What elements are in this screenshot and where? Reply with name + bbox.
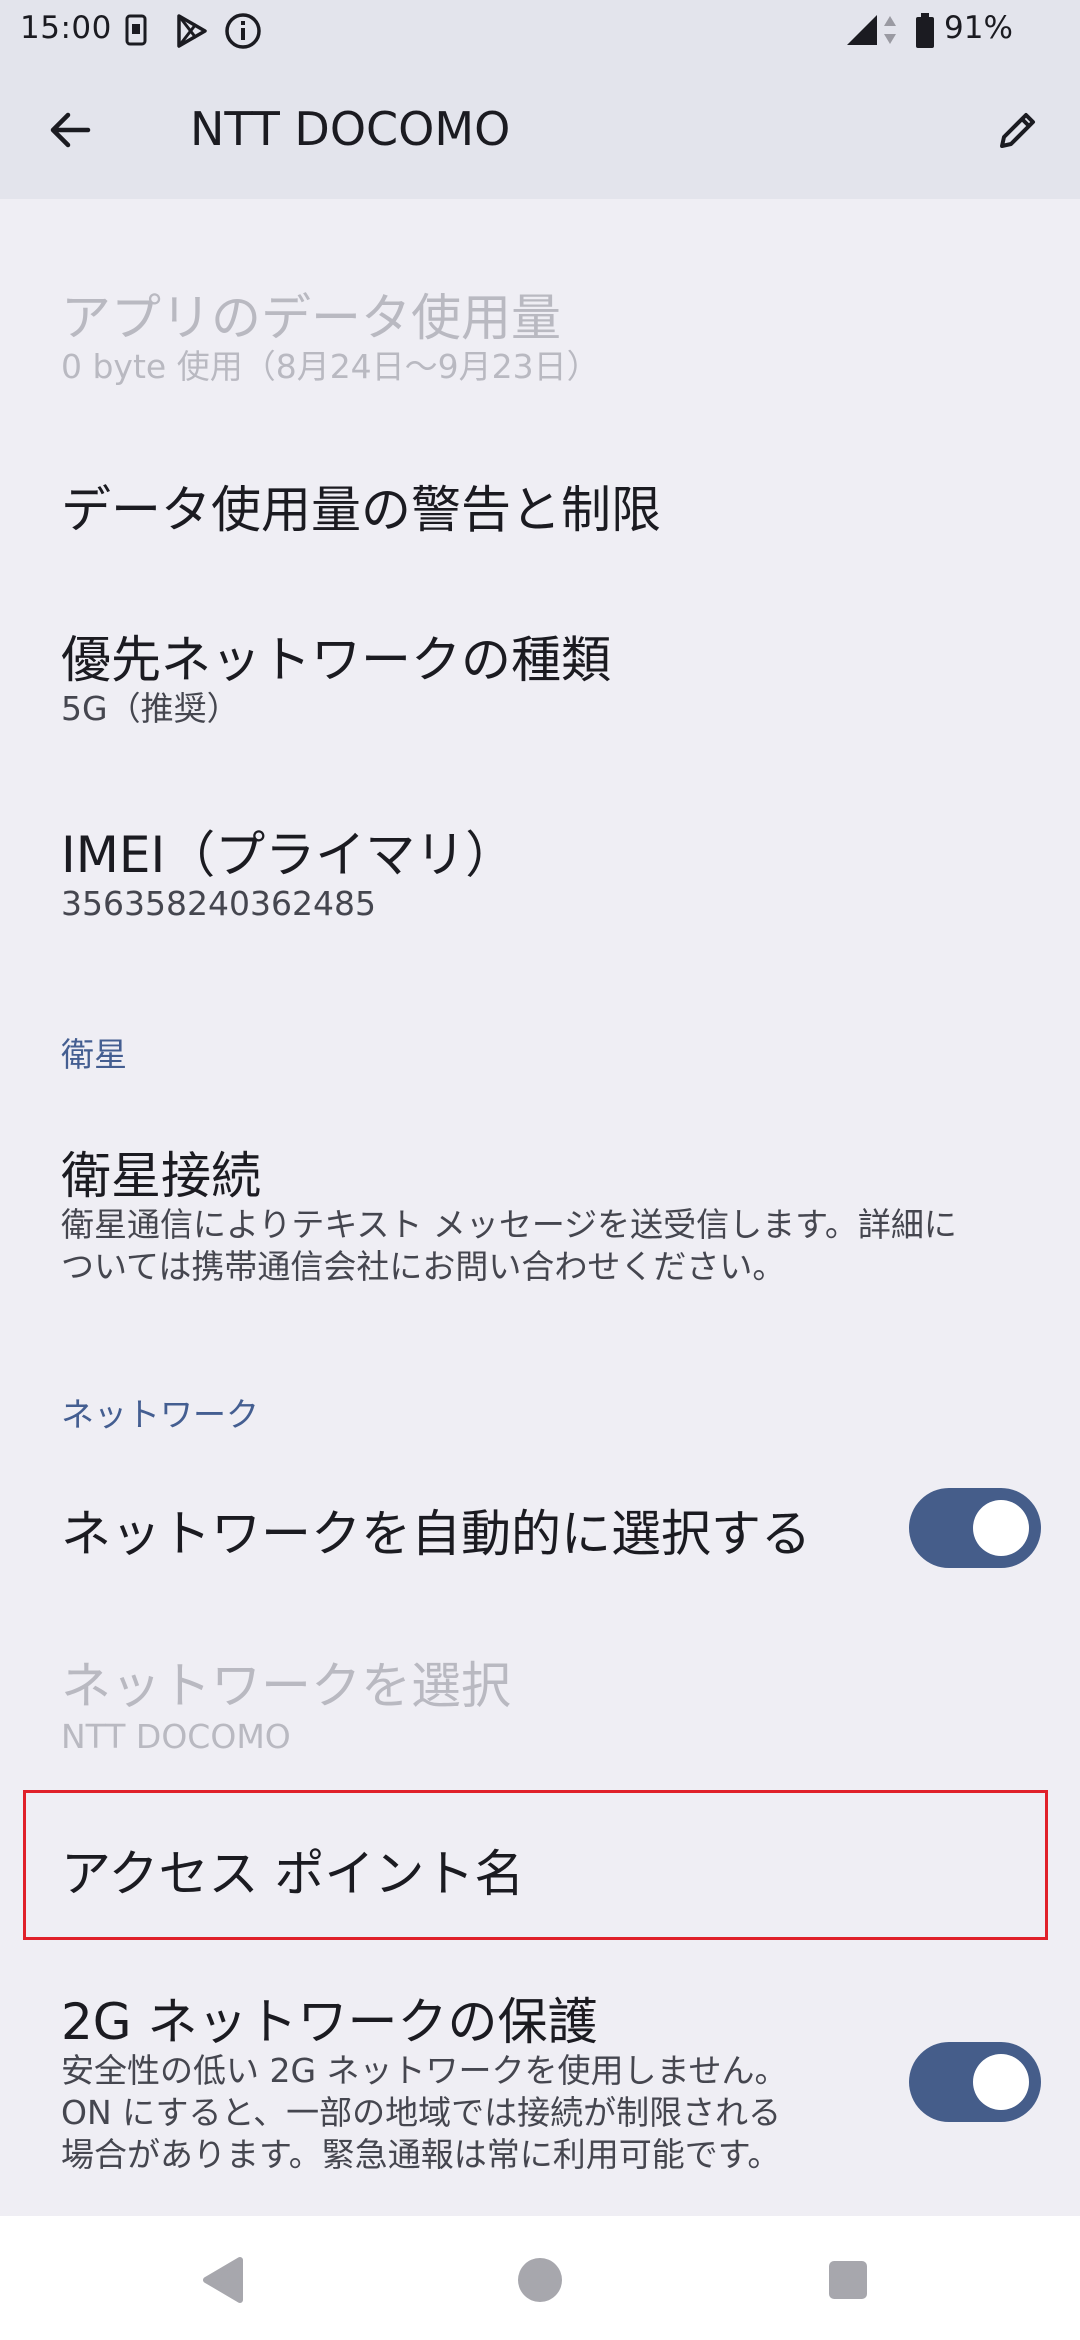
select-network-item: ネットワークを選択 NTT DOCOMO [0, 1630, 1080, 1770]
back-button[interactable] [36, 96, 104, 164]
auto-select-network-switch[interactable] [909, 1488, 1041, 1568]
imei-summary: 356358240362485 [61, 884, 376, 923]
data-arrows-icon [882, 12, 898, 52]
protect-2g-summary-line3: 場合があります。緊急通報は常に利用可能です。 [61, 2135, 781, 2174]
satellite-connection-item[interactable]: 衛星接続 衛星通信によりテキスト メッセージを送受信します。詳細に ついては携帯… [0, 1120, 1080, 1320]
auto-select-network-item[interactable]: ネットワークを自動的に選択する [0, 1470, 1080, 1590]
info-icon [224, 12, 262, 54]
protect-2g-switch[interactable] [909, 2042, 1041, 2122]
signal-icon [844, 12, 880, 52]
protect-2g-summary-line1: 安全性の低い 2G ネットワークを使用しません。 [61, 2051, 788, 2090]
category-satellite: 衛星 [61, 1035, 127, 1074]
switch-thumb [973, 2054, 1029, 2110]
preferred-network-type-title: 優先ネットワークの種類 [61, 631, 611, 689]
auto-select-network-title: ネットワークを自動的に選択する [61, 1505, 811, 1563]
nav-recents-button[interactable] [820, 2252, 876, 2308]
select-network-title: ネットワークを選択 [61, 1657, 511, 1715]
navigation-bar [0, 2216, 1080, 2340]
select-network-summary: NTT DOCOMO [61, 1717, 291, 1756]
pencil-icon [1000, 113, 1035, 148]
protect-2g-item[interactable]: 2G ネットワークの保護 安全性の低い 2G ネットワークを使用しません。 ON… [0, 1970, 1080, 2180]
battery-icon [914, 12, 936, 54]
toolbar: NTT DOCOMO [0, 60, 1080, 199]
satellite-connection-summary-line1: 衛星通信によりテキスト メッセージを送受信します。詳細に [61, 1205, 957, 1244]
preferred-network-type-item[interactable]: 優先ネットワークの種類 5G（推奨） [0, 600, 1080, 760]
preferred-network-type-summary: 5G（推奨） [61, 689, 240, 728]
battery-percentage: 91% [944, 10, 1013, 46]
highlight-box [23, 1790, 1048, 1940]
back-triangle-icon [203, 2257, 243, 2303]
satellite-connection-summary-line2: ついては携帯通信会社にお問い合わせください。 [61, 1247, 786, 1286]
category-network: ネットワーク [61, 1395, 259, 1434]
data-warning-limit-item[interactable]: データ使用量の警告と制限 [0, 440, 1080, 570]
protect-2g-title: 2G ネットワークの保護 [61, 1993, 598, 2051]
app-data-usage-summary: 0 byte 使用（8月24日〜9月23日） [61, 347, 600, 386]
sim-icon [122, 12, 150, 52]
protect-2g-summary-line2: ON にすると、一部の地域では接続が制限される [61, 2093, 782, 2132]
top-bar: 15:00 91% NTT DOCOMO [0, 0, 1080, 199]
satellite-connection-title: 衛星接続 [61, 1147, 261, 1205]
recents-square-icon [829, 2261, 867, 2299]
nav-home-button[interactable] [512, 2252, 568, 2308]
switch-thumb [973, 1500, 1029, 1556]
status-time: 15:00 [20, 10, 112, 46]
home-circle-icon [518, 2258, 562, 2302]
arrow-back-icon [50, 112, 91, 148]
app-data-usage-item: アプリのデータ使用量 0 byte 使用（8月24日〜9月23日） [0, 270, 1080, 410]
imei-title: IMEI（プライマリ） [61, 826, 516, 884]
imei-item[interactable]: IMEI（プライマリ） 356358240362485 [0, 795, 1080, 955]
nav-back-button[interactable] [196, 2252, 252, 2308]
page-title: NTT DOCOMO [190, 102, 511, 156]
status-bar: 15:00 91% [0, 0, 1080, 60]
app-data-usage-title: アプリのデータ使用量 [61, 289, 561, 347]
data-warning-limit-title: データ使用量の警告と制限 [61, 481, 661, 539]
play-store-icon [172, 12, 210, 54]
edit-button[interactable] [984, 96, 1052, 164]
